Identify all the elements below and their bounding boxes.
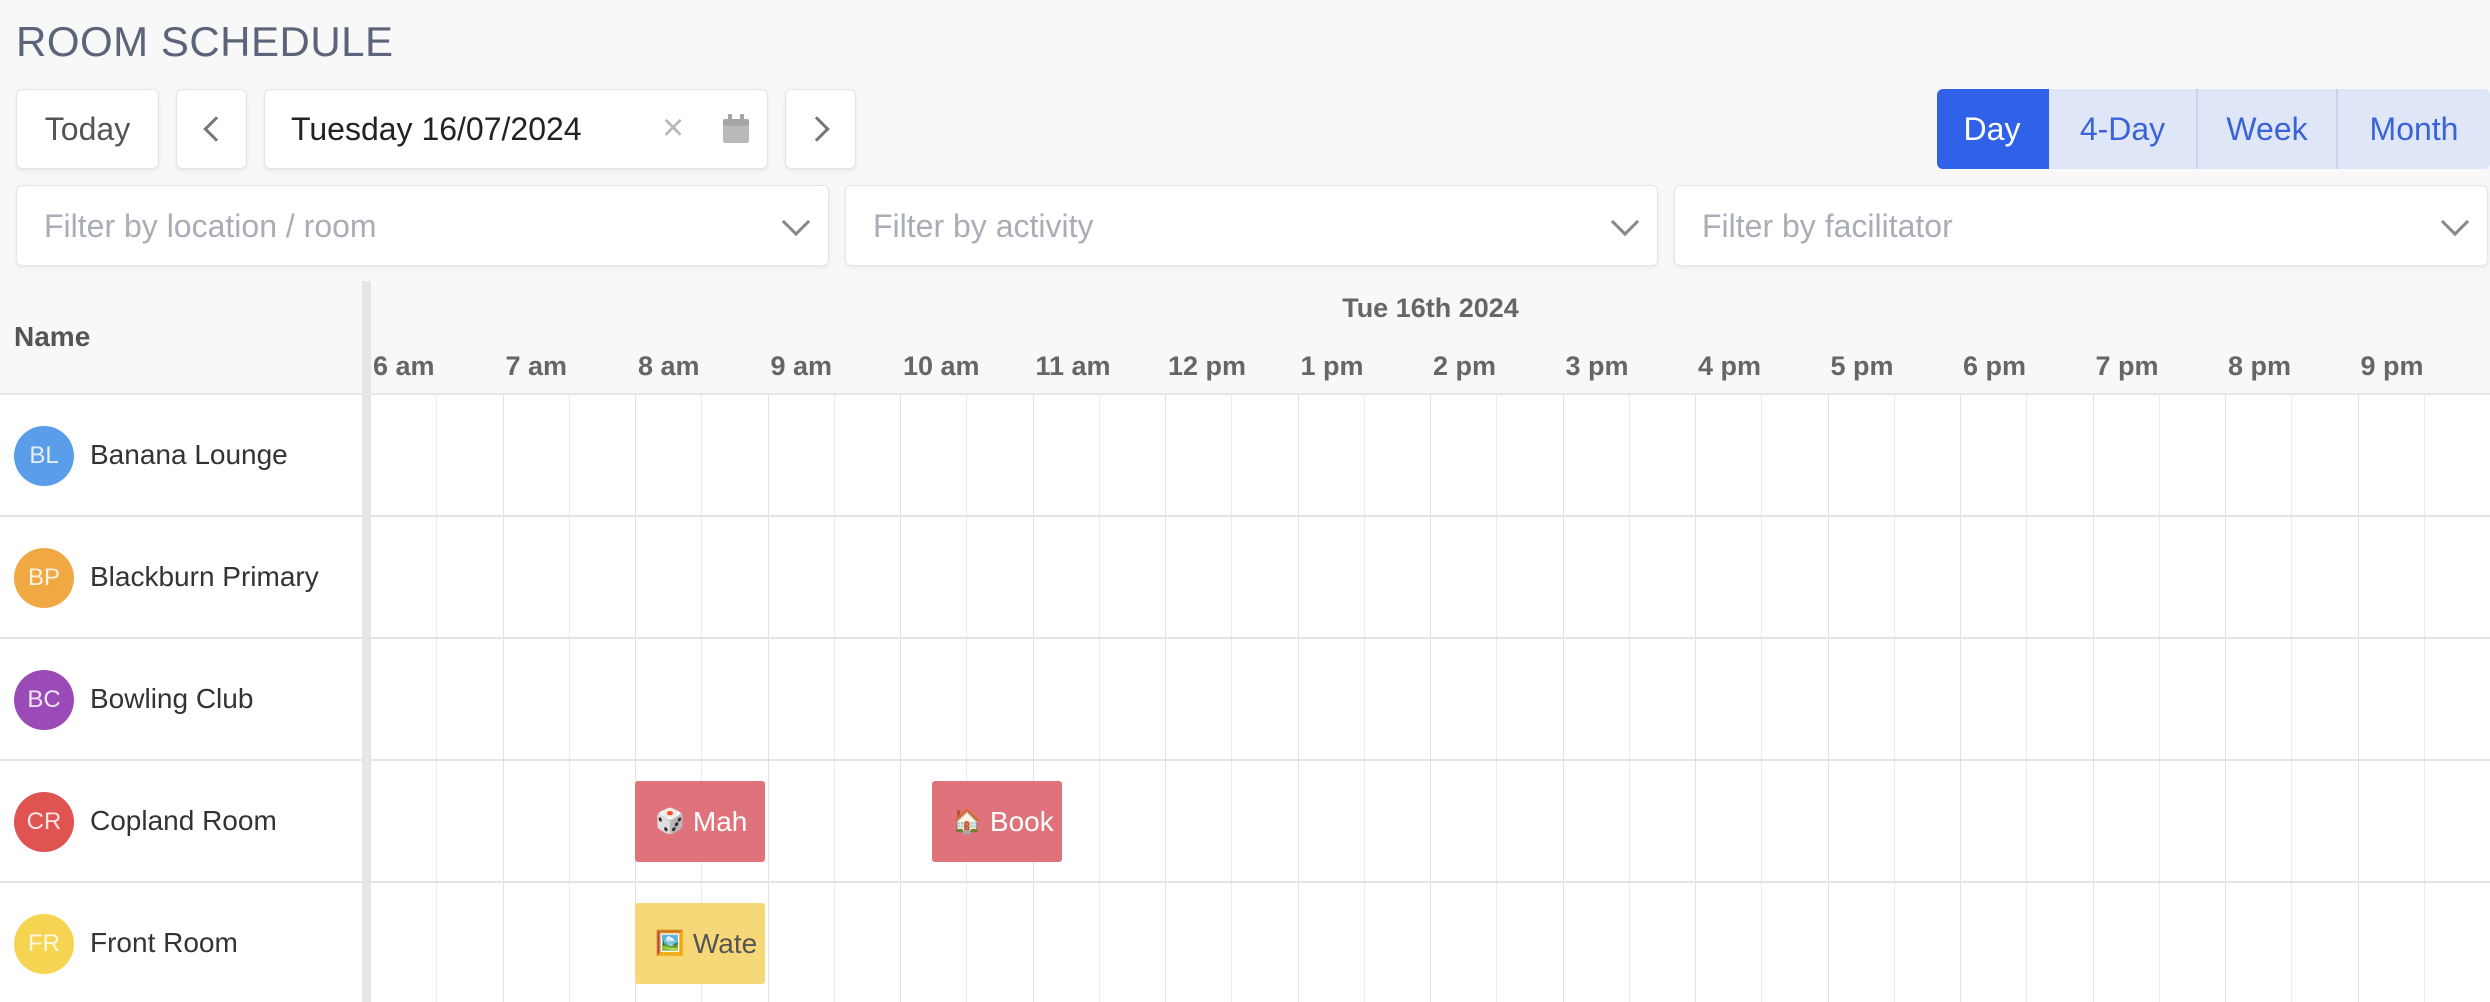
location-filter-placeholder: Filter by location / room (44, 208, 377, 244)
date-header: Tue 16th 2024 (1342, 293, 1519, 323)
next-day-button[interactable] (785, 89, 856, 169)
hour-label: 1 pm (1300, 351, 1364, 381)
hour-label: 10 am (903, 351, 980, 381)
room-name: Blackburn Primary (90, 561, 319, 592)
chevron-down-icon (781, 207, 811, 237)
view-month-button[interactable]: Month (2338, 89, 2490, 169)
hour-label: 3 pm (1565, 351, 1629, 381)
activity-filter[interactable]: Filter by activity (845, 185, 1658, 266)
clear-icon[interactable]: × (662, 108, 684, 148)
hour-label: 6 am (373, 351, 435, 381)
room-row: FR Front Room (0, 883, 2490, 1002)
view-4day-button[interactable]: 4-Day (2049, 89, 2198, 169)
room-name-cell[interactable]: BP Blackburn Primary (0, 517, 362, 637)
hour-label: 9 pm (2360, 351, 2424, 381)
event-icon: 🏠 (952, 808, 982, 835)
avatar: FR (14, 914, 74, 974)
room-row: CR Copland Room (0, 761, 2490, 883)
facilitator-filter[interactable]: Filter by facilitator (1674, 185, 2488, 266)
column-splitter[interactable] (362, 281, 371, 1002)
room-name: Front Room (90, 927, 238, 958)
room-row: BC Bowling Club (0, 639, 2490, 761)
location-filter[interactable]: Filter by location / room (16, 185, 829, 266)
room-name-cell[interactable]: BL Banana Lounge (0, 395, 362, 515)
view-week-button[interactable]: Week (2198, 89, 2338, 169)
room-name-cell[interactable]: CR Copland Room (0, 761, 362, 881)
view-day-button[interactable]: Day (1937, 89, 2049, 169)
event-label: Wate (692, 927, 758, 959)
hour-label: 6 pm (1963, 351, 2027, 381)
hour-label: 7 pm (2095, 351, 2159, 381)
room-name: Copland Room (90, 805, 277, 836)
hour-label: 9 am (770, 351, 833, 381)
chevron-right-icon (803, 116, 830, 142)
event-label: Mah (692, 805, 748, 837)
avatar: BP (14, 548, 74, 608)
event-block[interactable]: 🏠 Book (932, 781, 1062, 862)
page-title: ROOM SCHEDULE (16, 18, 394, 65)
hour-label: 11 am (1035, 351, 1111, 381)
date-input[interactable] (291, 90, 651, 168)
today-button[interactable]: Today (16, 89, 159, 169)
hour-label: 12 pm (1168, 351, 1247, 381)
hour-label: 8 am (638, 351, 700, 381)
room-row: BP Blackburn Primary (0, 517, 2490, 639)
view-switcher: Day 4-Day Week Month (1937, 89, 2490, 169)
event-icon: 🎲 (655, 808, 685, 835)
room-row: BL Banana Lounge (0, 395, 2490, 517)
hour-label: 5 pm (1830, 351, 1894, 381)
hour-label: 2 pm (1433, 351, 1497, 381)
avatar: BC (14, 670, 74, 730)
hour-label: 4 pm (1698, 351, 1762, 381)
calendar-icon[interactable] (722, 114, 750, 144)
room-name-cell[interactable]: FR Front Room (0, 883, 362, 1002)
hour-label: 8 pm (2228, 351, 2292, 381)
schedule-grid: Name Tue 16th 2024 6 am 7 am 8 am 9 am 10 am… (0, 281, 2490, 1002)
room-name-cell[interactable]: BC Bowling Club (0, 639, 362, 759)
room-name: Bowling Club (90, 683, 254, 714)
facilitator-filter-placeholder: Filter by facilitator (1702, 208, 1953, 244)
previous-day-button[interactable] (176, 89, 247, 169)
chevron-left-icon (202, 116, 229, 142)
name-header-label: Name (14, 321, 91, 352)
name-column-header: Name (0, 281, 362, 395)
avatar: CR (14, 792, 74, 852)
chevron-down-icon (1610, 207, 1640, 237)
date-picker[interactable]: × (264, 89, 768, 169)
event-icon: 🖼️ (655, 930, 685, 957)
timeline-header: Tue 16th 2024 6 am 7 am 8 am 9 am 10 am 11 am… (371, 281, 2490, 395)
activity-filter-placeholder: Filter by activity (873, 208, 1094, 244)
chevron-down-icon (2440, 207, 2470, 237)
event-block[interactable]: 🖼️ Wate (635, 903, 765, 984)
avatar: BL (14, 426, 74, 486)
event-label: Book (989, 805, 1054, 837)
hour-label: 7 am (505, 351, 568, 381)
room-name: Banana Lounge (90, 439, 288, 470)
event-block[interactable]: 🎲 Mah (635, 781, 765, 862)
